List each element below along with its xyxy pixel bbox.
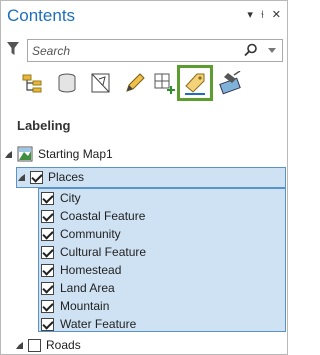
- label-class-name: Cultural Feature: [60, 245, 147, 259]
- list-by-labeling-icon: [185, 73, 205, 95]
- layer-row-roads[interactable]: Roads: [16, 336, 81, 354]
- label-class-row[interactable]: City: [41, 189, 81, 207]
- contents-pane: Contents ▾ ⫮ ✕ Search Labeling Starting …: [0, 0, 288, 355]
- collapse-arrow-icon[interactable]: [5, 150, 12, 158]
- places-visibility-checkbox[interactable]: [30, 170, 43, 184]
- list-by-editing-icon: [126, 73, 145, 92]
- label-class-checkbox[interactable]: [41, 191, 54, 205]
- label-class-name: Homestead: [60, 263, 122, 277]
- label-class-checkbox[interactable]: [41, 317, 54, 331]
- list-by-selection-icon: [91, 73, 110, 93]
- pane-options-icon[interactable]: ▾: [247, 9, 253, 21]
- section-heading: Labeling: [17, 118, 71, 133]
- label-class-row[interactable]: Mountain: [41, 297, 109, 315]
- list-by-drawing-order-icon: [22, 74, 42, 93]
- search-box[interactable]: [27, 39, 283, 62]
- label-class-name: Community: [60, 227, 121, 241]
- search-options-dropdown-icon[interactable]: [268, 48, 276, 53]
- list-by-data-source-button[interactable]: [51, 67, 83, 99]
- label-class-name: Water Feature: [60, 317, 137, 331]
- search-input[interactable]: [32, 43, 242, 59]
- collapse-arrow-icon[interactable]: [18, 173, 25, 181]
- list-by-snapping-icon: [154, 73, 175, 94]
- label-class-checkbox[interactable]: [41, 245, 54, 259]
- label-class-row[interactable]: Cultural Feature: [41, 243, 146, 261]
- label-class-checkbox[interactable]: [41, 209, 54, 223]
- label-class-row[interactable]: Land Area: [41, 279, 115, 297]
- list-perspective-imagery-button[interactable]: [215, 67, 247, 99]
- label-class-name: City: [60, 191, 81, 205]
- label-class-name: Land Area: [60, 281, 115, 295]
- pin-icon[interactable]: ⫮: [261, 9, 264, 21]
- list-by-drawing-order-button[interactable]: [17, 67, 49, 99]
- label-class-row[interactable]: Water Feature: [41, 315, 136, 333]
- map-name: Starting Map1: [38, 147, 113, 161]
- layer-label: Roads: [46, 338, 81, 352]
- close-icon[interactable]: ✕: [272, 9, 281, 21]
- roads-visibility-checkbox[interactable]: [28, 338, 41, 352]
- map-icon: [17, 146, 33, 162]
- layer-row-places[interactable]: Places: [18, 168, 84, 186]
- list-by-selection-button[interactable]: [85, 67, 117, 99]
- pane-title: Contents: [7, 6, 76, 25]
- pane-controls: ▾ ⫮ ✕: [247, 9, 281, 21]
- pane-title-bar: Contents ▾ ⫮ ✕: [1, 1, 287, 33]
- label-class-row[interactable]: Community: [41, 225, 121, 243]
- label-class-name: Mountain: [60, 299, 110, 313]
- layer-label: Places: [48, 170, 85, 184]
- label-class-row[interactable]: Coastal Feature: [41, 207, 145, 225]
- label-class-checkbox[interactable]: [41, 227, 54, 241]
- label-class-checkbox[interactable]: [41, 299, 54, 313]
- search-icon[interactable]: [244, 43, 258, 57]
- list-by-data-source-icon: [58, 73, 76, 93]
- label-class-checkbox[interactable]: [41, 263, 54, 277]
- list-view-toolbar: [17, 65, 247, 103]
- label-class-name: Coastal Feature: [60, 209, 146, 223]
- list-by-editing-button[interactable]: [119, 67, 151, 99]
- list-perspective-imagery-icon: [219, 71, 241, 95]
- label-class-checkbox[interactable]: [41, 281, 54, 295]
- list-by-labeling-button[interactable]: [177, 65, 213, 101]
- label-class-row[interactable]: Homestead: [41, 261, 121, 279]
- filter-icon[interactable]: [7, 42, 19, 56]
- collapse-arrow-icon[interactable]: [16, 341, 23, 349]
- map-tree-node[interactable]: Starting Map1: [5, 145, 113, 163]
